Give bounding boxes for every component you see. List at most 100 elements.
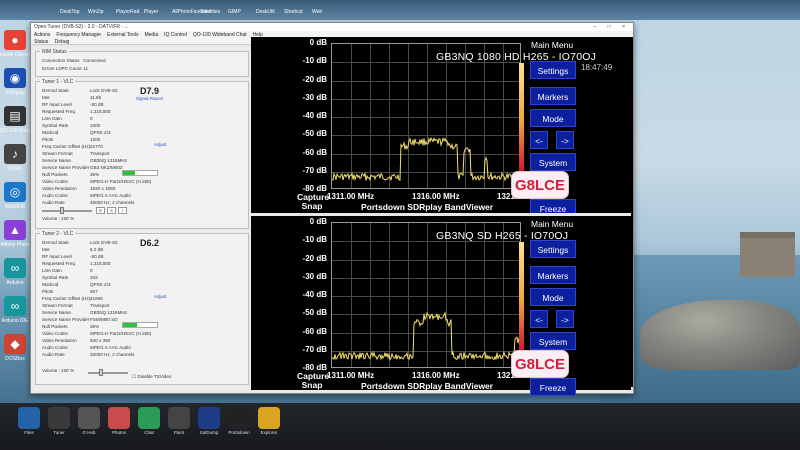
menu-button-settings[interactable]: Settings [530, 240, 576, 258]
tuner1-row: Modcod QPSK 2/3 [42, 130, 110, 136]
menu-item[interactable]: Frequency Manager [56, 32, 101, 38]
tuner1-row: Freq Carrier Offset (Hz)42770 [42, 144, 103, 150]
menu-item[interactable]: IQ Control [164, 32, 187, 38]
capture-snap-button[interactable]: Capture Snap [297, 372, 329, 390]
menu-button-right-arrow[interactable]: -> [556, 310, 574, 328]
tuner1-row: Service Name GB3NQ 1316MHz [42, 158, 127, 164]
tab-status[interactable]: Status [34, 39, 48, 45]
spectrum-trace [332, 136, 522, 182]
tuner1-row-label: Video Codec [42, 179, 69, 184]
desktop-icon-6[interactable]: ▲ [4, 220, 26, 240]
desktop-top-icon-label[interactable]: WinZip [88, 9, 104, 15]
taskbar-app-icon[interactable] [198, 407, 220, 429]
tuner2-row: Audio Codec MPEG-2 AAC Audio [42, 345, 131, 351]
desktop-icon-9[interactable]: ◆ [4, 334, 26, 354]
tuner2-volume-slider[interactable] [88, 372, 128, 374]
taskbar-app-icon[interactable] [228, 407, 250, 429]
bandviewer-name-label: Portsdown SDRplay BandViewer [361, 381, 494, 391]
tuner2-row-value: 41666 [90, 296, 103, 301]
menu-button-markers[interactable]: Markers [530, 87, 576, 105]
tab-debug[interactable]: Debug [55, 39, 70, 45]
tuner1-row-label: Mer [42, 95, 50, 100]
taskbar-app-icon[interactable] [138, 407, 160, 429]
tuner2-row-label: Service Name Provider [42, 317, 90, 322]
tuner2-row: Mer 6.2 dB [42, 247, 103, 253]
desktop-top-icons: DeskTop WinZip PlayerRad Player AllPhotoFavo… [0, 0, 800, 20]
desktop-top-icon-label[interactable]: Web [312, 9, 322, 15]
menu-button-freeze[interactable]: Freeze [530, 378, 576, 396]
taskbar-app-label: Paint [173, 430, 185, 435]
taskbar-app-icon[interactable] [48, 407, 70, 429]
desktop-top-icon-label[interactable]: Player [144, 9, 158, 15]
menu-item[interactable]: Media [144, 32, 158, 38]
desktop-top-icon-label[interactable]: Shortcut [284, 9, 303, 15]
tuner2-disable-tsvideo-label: Disable TSVideo [137, 374, 172, 379]
desktop-icon-5[interactable]: ◎ [4, 182, 26, 202]
db-axis-label: -50 dB [302, 129, 327, 139]
tuner1-row: Demod State Lock DVB-S2 [42, 88, 118, 94]
tuner2-adjust-link[interactable]: Adjust [154, 294, 167, 299]
tuner2-row: Service Name ProviderFSM/M00 SD [42, 317, 118, 323]
frequency-axis-label: 1316.00 MHz [412, 371, 460, 380]
tuner2-null-packets-fill [123, 323, 137, 327]
taskbar-app-icon[interactable] [168, 407, 190, 429]
tuner1-volume-label: Volume : 100 % [42, 216, 75, 221]
taskbar-app-icon[interactable] [108, 407, 130, 429]
menu-button-right-arrow[interactable]: -> [556, 131, 574, 149]
desktop-icon-2[interactable]: ◉ [4, 68, 26, 88]
clock-readout: 18:47:49 [581, 63, 613, 72]
menu-button-system[interactable]: System [530, 332, 576, 350]
connection-status-row: Connection Status Connected [42, 58, 106, 64]
tuner1-adjust-link[interactable]: Adjust [154, 142, 167, 147]
tuner2-title: Tuner 2 - VLC [40, 231, 76, 237]
taskbar-app-icon[interactable] [78, 407, 100, 429]
menu-button-settings[interactable]: Settings [530, 61, 576, 79]
tuner1-i-button[interactable]: I [118, 207, 127, 214]
tuner2-row: LNA Gain 0 [42, 268, 93, 274]
tuner1-signal-report-link[interactable]: Signal Report [136, 96, 163, 101]
tuner1-row-value: MPEG-H Part2/HEVC (H.265) [90, 179, 152, 184]
menu-button-mode[interactable]: Mode [530, 288, 576, 306]
tuner1-s-button[interactable]: S [107, 207, 116, 214]
desktop-icon-4[interactable]: ♪ [4, 144, 26, 164]
tuner1-row-value: -80 dB [90, 102, 104, 107]
desktop-top-icon-label[interactable]: DeskTop [60, 9, 79, 15]
menu-button-left-arrow[interactable]: <- [530, 131, 548, 149]
desktop-top-icon-label[interactable]: DeskUtil [256, 9, 275, 15]
menu-item[interactable]: QO-100 Wideband Chat [193, 32, 247, 38]
menu-button-markers[interactable]: Markers [530, 266, 576, 284]
desktop-top-icon-label[interactable]: PlayerRad [116, 9, 139, 15]
tuner1-volume-slider[interactable] [42, 210, 92, 212]
tuner1-row-value: GB3NQ 1316MHz [90, 158, 128, 163]
tuner1-row-label: Pilots [42, 137, 54, 142]
tuner1-row-label: Service Name [42, 158, 71, 163]
desktop-icon-8[interactable]: ∞ [4, 296, 26, 316]
tuner2-row-value: 0 [90, 268, 93, 273]
tuner2-volume-knob[interactable] [99, 369, 104, 376]
window-controls[interactable]: – □ × [594, 24, 631, 30]
desktop-icon-3[interactable]: ▤ [4, 106, 26, 126]
menu-button-mode[interactable]: Mode [530, 109, 576, 127]
tuner2-row-value: 1,316,000 [90, 261, 111, 266]
tuner2-disable-tsvideo[interactable]: ☐ Disable TSVideo [132, 374, 171, 380]
signal-level-bar [519, 242, 524, 358]
desktop-rocks [640, 300, 800, 370]
tuner2-row-label: Modcod [42, 282, 59, 287]
menu-item[interactable]: External Tools [107, 32, 138, 38]
desktop-top-icon-label[interactable]: GIMP [228, 9, 241, 15]
tuner1-row-label: Audio Codec [42, 193, 69, 198]
taskbar-app-icon[interactable] [258, 407, 280, 429]
taskbar-app-icon[interactable] [18, 407, 40, 429]
desktop-top-icon-label[interactable]: Satellites [200, 9, 220, 15]
window-titlebar[interactable]: Open Tuner (DVB-S2) - 2.0 - DATV/FR - ..… [31, 23, 633, 31]
desktop-icon-1[interactable]: ● [4, 30, 26, 50]
desktop-icon-7[interactable]: ∞ [4, 258, 26, 278]
desktop-icon-label: GQRX [7, 166, 23, 172]
capture-snap-button[interactable]: Capture Snap [297, 193, 329, 211]
menu-button-left-arrow[interactable]: <- [530, 310, 548, 328]
menu-button-system[interactable]: System [530, 153, 576, 171]
tuner1-volume-knob[interactable] [59, 207, 64, 214]
tuner1-r-button[interactable]: R [96, 207, 105, 214]
menu-item[interactable]: Actions [34, 32, 50, 38]
callsign-badge: G8LCE [511, 171, 569, 199]
